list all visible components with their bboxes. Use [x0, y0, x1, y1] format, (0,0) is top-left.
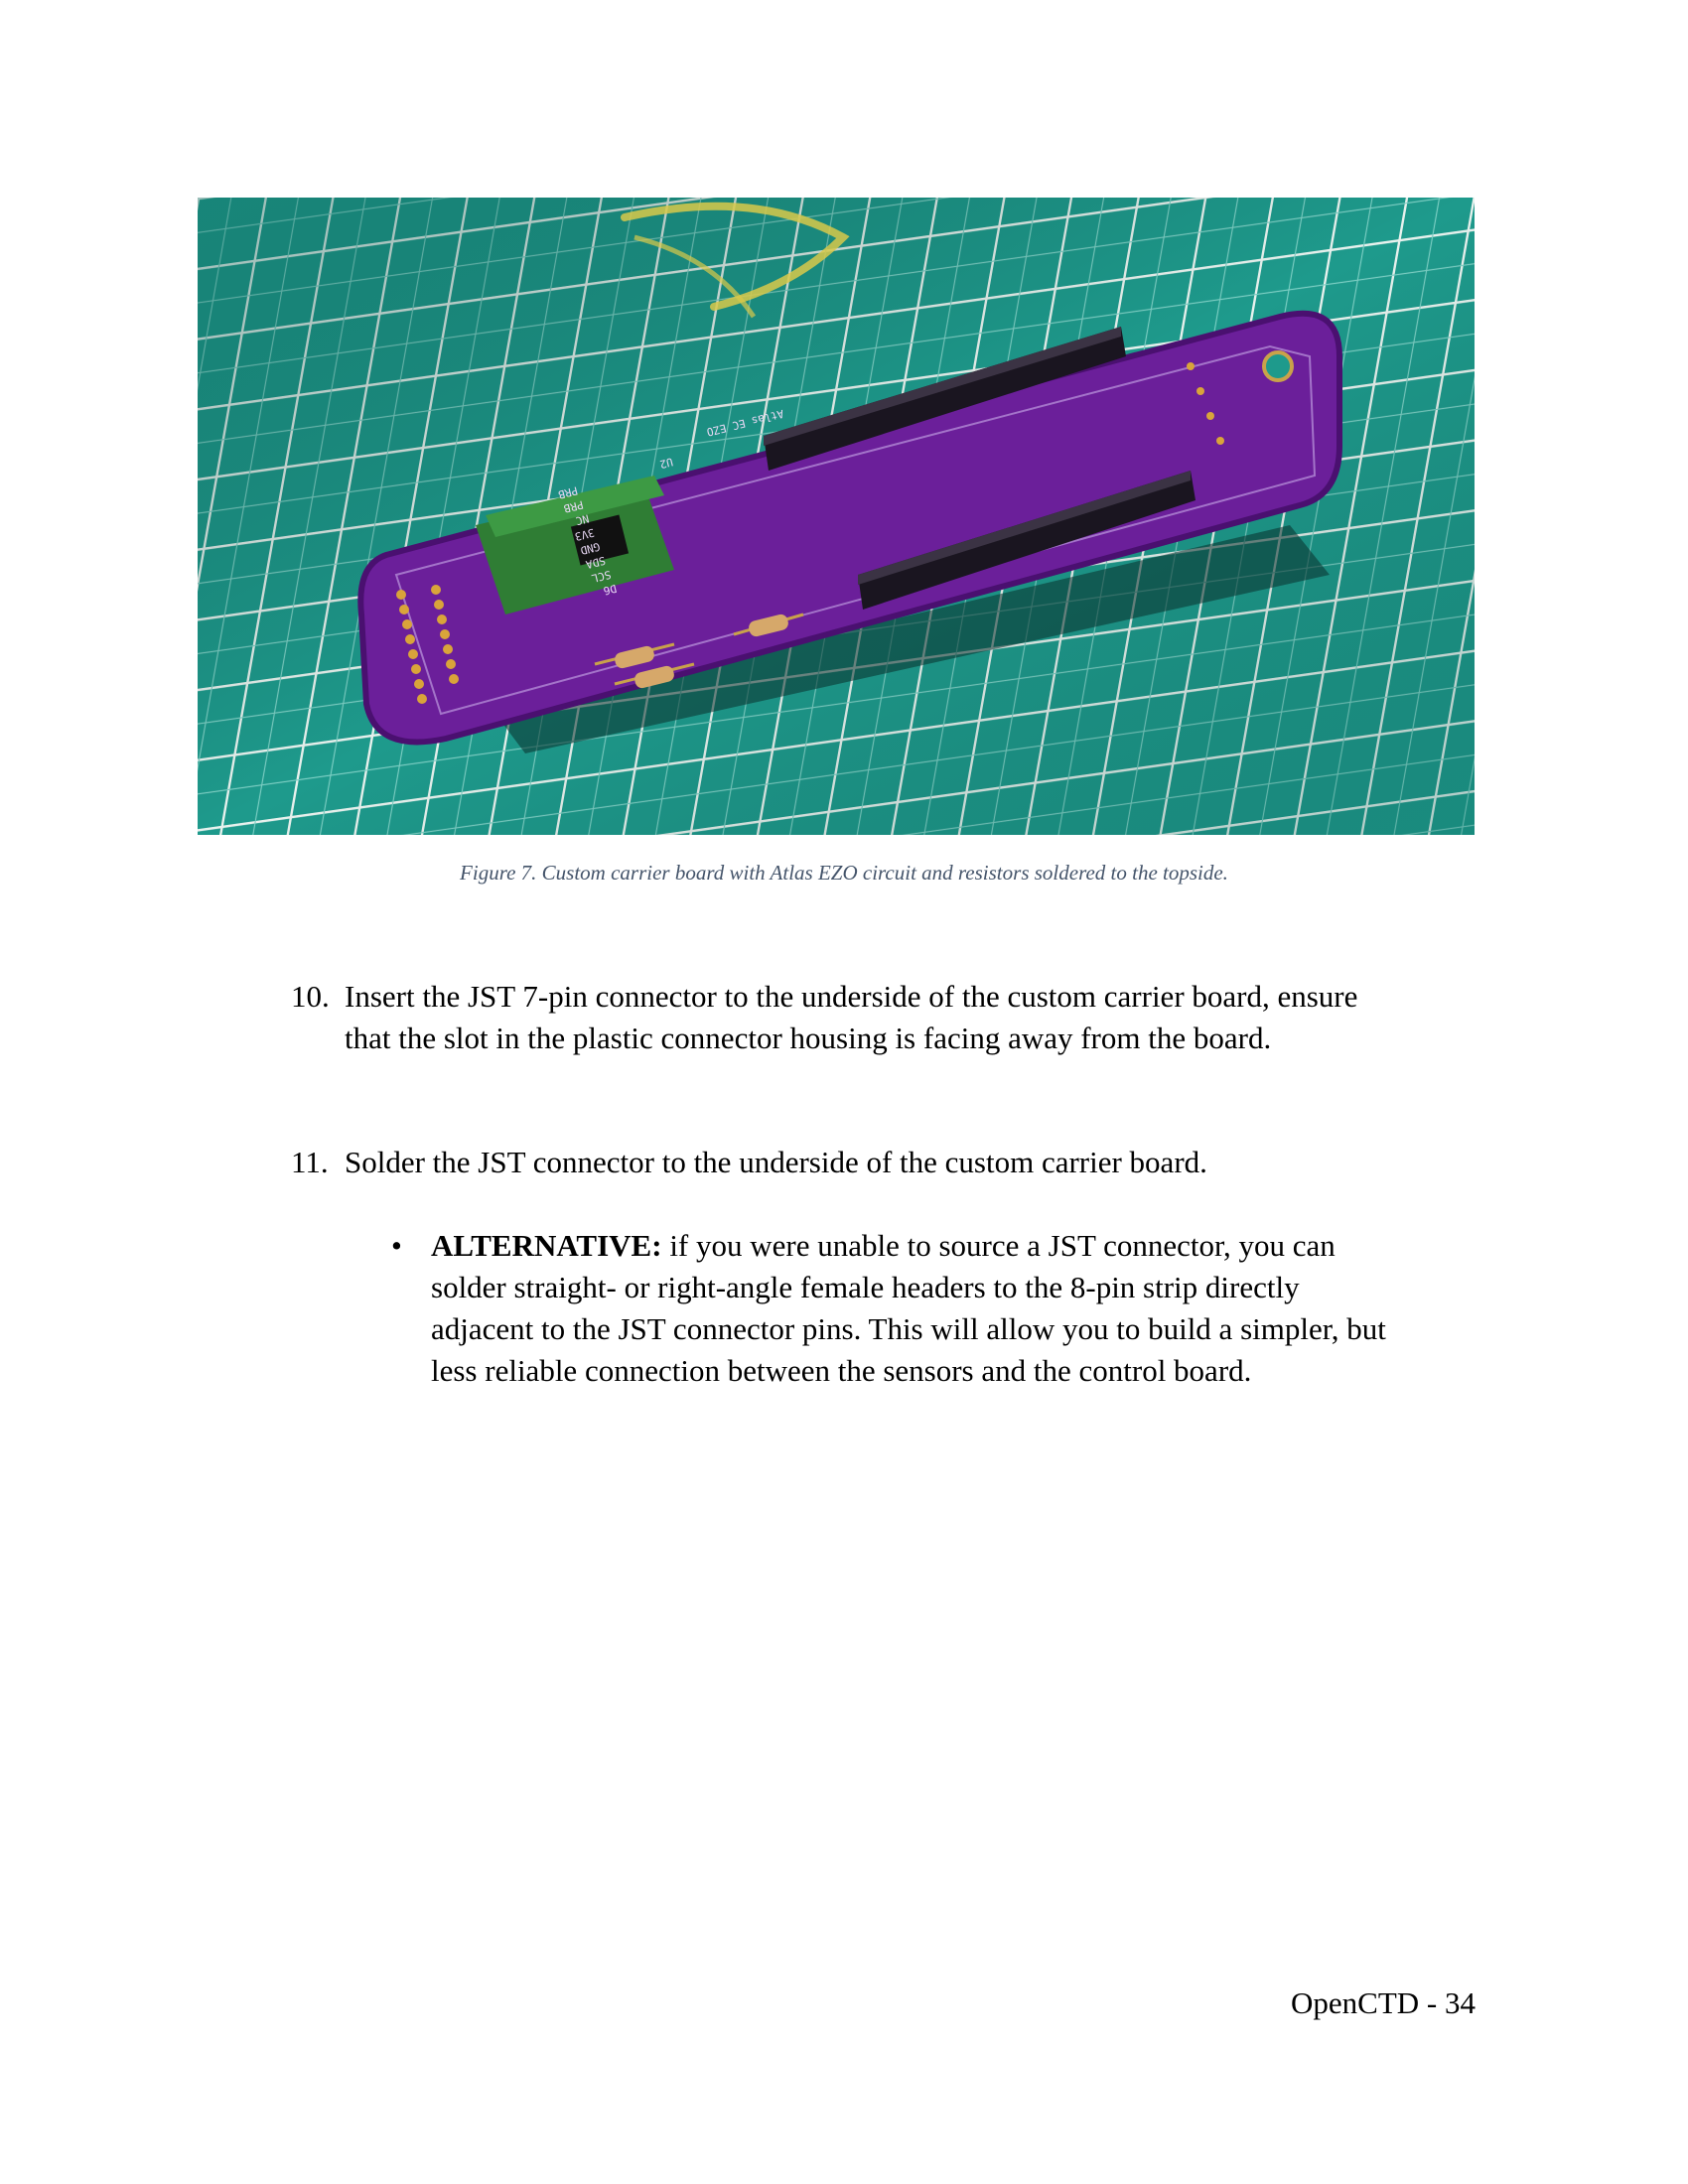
- page-footer: OpenCTD - 34: [1291, 1985, 1476, 2020]
- figure-caption: Figure 7. Custom carrier board with Atla…: [460, 861, 1228, 885]
- list-item-text: Insert the JST 7-pin connector to the un…: [345, 979, 1358, 1055]
- bullet-label: ALTERNATIVE:: [431, 1228, 662, 1263]
- list-number: 10.: [291, 979, 330, 1014]
- bullet-icon: •: [391, 1228, 402, 1263]
- list-item: 11. Solder the JST connector to the unde…: [291, 1142, 1383, 1183]
- pcb-photo-image: PRB PRB NC 3V3 GND SDA SCL D6 Atlas EC E…: [198, 198, 1475, 835]
- list-item: 10. Insert the JST 7-pin connector to th…: [291, 976, 1383, 1059]
- list-item-text: Solder the JST connector to the undersid…: [345, 1145, 1207, 1179]
- list-number: 11.: [291, 1145, 329, 1179]
- figure-photo: PRB PRB NC 3V3 GND SDA SCL D6 Atlas EC E…: [198, 198, 1475, 835]
- bullet-item: • ALTERNATIVE: if you were unable to sou…: [388, 1225, 1401, 1392]
- bullet-text: ALTERNATIVE: if you were unable to sourc…: [431, 1225, 1394, 1392]
